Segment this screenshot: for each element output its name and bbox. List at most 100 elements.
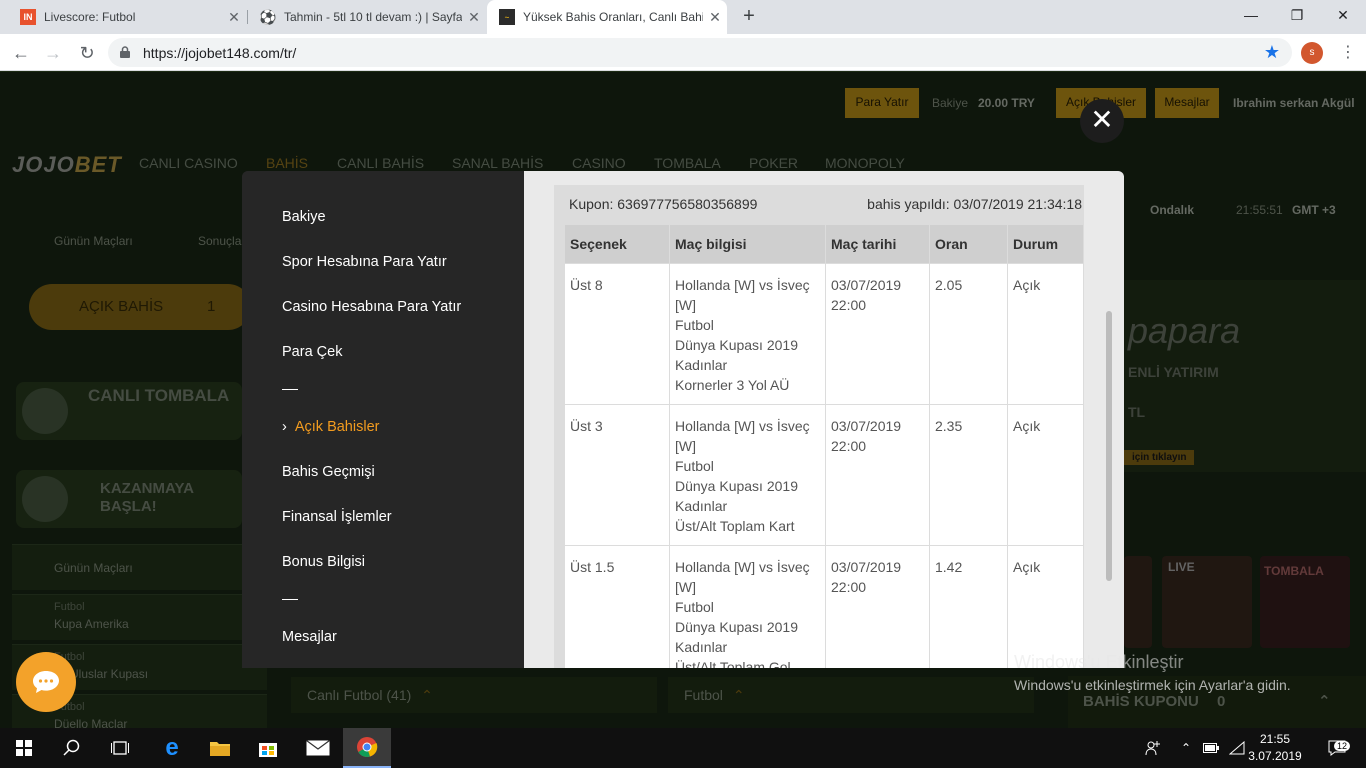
coupon-card: Kupon: 636977756580356899 bahis yapıldı:… xyxy=(554,185,1084,668)
address-bar[interactable]: https://jojobet148.com/tr/ ★ xyxy=(108,38,1292,67)
edge-icon: e xyxy=(165,734,179,761)
windows-logo-icon xyxy=(16,740,32,756)
cell-odds: 1.42 xyxy=(929,545,1008,668)
nav-bonus[interactable]: Bonus Bilgisi xyxy=(282,554,365,570)
bets-table-header: Seçenek Maç bilgisi Maç tarihi Oran Duru… xyxy=(564,224,1084,264)
explorer-taskbar-button[interactable] xyxy=(196,728,244,768)
lock-icon xyxy=(120,46,130,58)
cell-odds: 2.05 xyxy=(929,263,1008,405)
maximize-button[interactable]: ❐ xyxy=(1274,0,1320,30)
nav-open-bets[interactable]: › Açık Bahisler xyxy=(282,419,379,435)
match-category: Kadınlar xyxy=(675,357,728,373)
close-icon[interactable]: ✕ xyxy=(703,9,727,26)
match-date: 03/07/2019 xyxy=(831,559,902,575)
taskbar-clock[interactable]: 21:55 3.07.2019 xyxy=(1240,731,1310,765)
task-view-button[interactable] xyxy=(96,728,144,768)
match-time: 22:00 xyxy=(831,297,867,313)
start-button[interactable] xyxy=(0,728,48,768)
nav-financial[interactable]: Finansal İşlemler xyxy=(282,509,392,525)
modal-close-button[interactable]: ✕ xyxy=(1080,99,1124,143)
tab-tahmin[interactable]: ⚽ Tahmin - 5tl 10 tl devam :) | Sayfa ✕ xyxy=(248,0,486,34)
edge-taskbar-button[interactable]: e xyxy=(148,728,196,768)
forward-button[interactable]: → xyxy=(40,40,66,66)
new-tab-button[interactable]: + xyxy=(738,5,760,27)
tab-title: Yüksek Bahis Oranları, Canlı Bahis xyxy=(523,10,703,24)
bets-table: Seçenek Maç bilgisi Maç tarihi Oran Duru… xyxy=(564,224,1084,668)
nav-bet-history[interactable]: Bahis Geçmişi xyxy=(282,464,375,480)
browser-toolbar: ← → ↻ https://jojobet148.com/tr/ ★ xyxy=(0,34,1366,71)
match-teams-cont: [W] xyxy=(675,438,696,454)
cell-odds: 2.35 xyxy=(929,404,1008,546)
window-close-button[interactable]: ✕ xyxy=(1320,0,1366,30)
cell-status: Açık xyxy=(1007,545,1084,668)
browser-menu-icon[interactable]: ⋮ xyxy=(1338,42,1358,64)
chrome-taskbar-button[interactable] xyxy=(343,728,391,768)
cell-selection: Üst 1.5 xyxy=(564,545,670,668)
soccer-ball-icon: ⚽ xyxy=(259,8,277,25)
cell-match-info: Hollanda [W] vs İsveç [W] Futbol Dünya K… xyxy=(669,545,826,668)
tab-livescore[interactable]: IN Livescore: Futbol ✕ xyxy=(8,0,246,34)
match-market: Üst/Alt Toplam Gol xyxy=(675,659,791,668)
close-icon[interactable]: ✕ xyxy=(222,9,246,26)
match-teams: Hollanda [W] vs İsveç xyxy=(675,559,810,575)
store-icon xyxy=(259,743,277,757)
match-market: Üst/Alt Toplam Kart xyxy=(675,518,795,534)
mail-taskbar-button[interactable] xyxy=(294,728,342,768)
match-sport: Futbol xyxy=(675,458,714,474)
battery-button[interactable] xyxy=(1200,728,1222,768)
nav-divider xyxy=(282,599,298,600)
reload-button[interactable]: ↻ xyxy=(74,40,100,66)
col-match-date: Maç tarihi xyxy=(825,224,930,264)
back-button[interactable]: ← xyxy=(8,40,34,66)
activation-watermark-title: Windows'u Etkinleştir xyxy=(1014,652,1184,672)
match-market: Kornerler 3 Yol AÜ xyxy=(675,377,790,393)
tray-overflow-button[interactable]: ⌃ xyxy=(1176,728,1196,768)
livescore-icon: IN xyxy=(20,9,36,25)
tab-title: Livescore: Futbol xyxy=(44,10,136,24)
browser-tabstrip: IN Livescore: Futbol ✕ ⚽ Tahmin - 5tl 10… xyxy=(0,0,1366,34)
notification-count: 12 xyxy=(1334,741,1351,751)
coupon-id: Kupon: 636977756580356899 xyxy=(569,196,758,212)
tab-jojobet[interactable]: ~ Yüksek Bahis Oranları, Canlı Bahis ✕ xyxy=(487,0,727,34)
live-chat-button[interactable] xyxy=(16,652,76,712)
table-row: Üst 8 Hollanda [W] vs İsveç [W] Futbol D… xyxy=(564,263,1084,405)
cell-match-date: 03/07/2019 22:00 xyxy=(825,545,930,668)
cell-match-date: 03/07/2019 22:00 xyxy=(825,263,930,405)
people-icon xyxy=(1145,741,1160,756)
jojobet-favicon: ~ xyxy=(499,9,515,25)
match-sport: Futbol xyxy=(675,599,714,615)
close-icon[interactable]: ✕ xyxy=(462,9,486,26)
minimize-button[interactable]: — xyxy=(1228,0,1274,30)
cell-match-date: 03/07/2019 22:00 xyxy=(825,404,930,546)
nav-messages[interactable]: Mesajlar xyxy=(282,629,337,645)
match-date: 03/07/2019 xyxy=(831,277,902,293)
notification-center-button[interactable]: 12 xyxy=(1322,728,1352,768)
store-taskbar-button[interactable] xyxy=(244,728,292,768)
chrome-icon xyxy=(357,737,378,757)
nav-casino-deposit[interactable]: Casino Hesabına Para Yatır xyxy=(282,299,461,315)
clock-time: 21:55 xyxy=(1259,732,1291,746)
search-icon xyxy=(63,739,80,756)
panel-scrollbar[interactable] xyxy=(1106,311,1112,581)
profile-avatar[interactable]: s xyxy=(1301,42,1323,64)
cell-match-info: Hollanda [W] vs İsveç [W] Futbol Dünya K… xyxy=(669,404,826,546)
cell-status: Açık xyxy=(1007,263,1084,405)
match-date: 03/07/2019 xyxy=(831,418,902,434)
nav-open-bets-label: Açık Bahisler xyxy=(294,419,380,435)
match-teams: Hollanda [W] vs İsveç xyxy=(675,418,810,434)
match-time: 22:00 xyxy=(831,438,867,454)
task-view-icon xyxy=(111,741,129,755)
people-button[interactable] xyxy=(1140,728,1166,768)
mail-icon xyxy=(306,740,330,756)
folder-icon xyxy=(210,742,230,756)
nav-withdraw[interactable]: Para Çek xyxy=(282,344,342,360)
nav-balance[interactable]: Bakiye xyxy=(282,209,326,225)
search-button[interactable] xyxy=(48,728,96,768)
nav-sport-deposit[interactable]: Spor Hesabına Para Yatır xyxy=(282,254,447,270)
match-sport: Futbol xyxy=(675,317,714,333)
table-row: Üst 3 Hollanda [W] vs İsveç [W] Futbol D… xyxy=(564,404,1084,546)
battery-icon xyxy=(1203,743,1219,753)
match-teams-cont: [W] xyxy=(675,579,696,595)
bookmark-star-icon[interactable]: ★ xyxy=(1264,42,1280,63)
table-row: Üst 1.5 Hollanda [W] vs İsveç [W] Futbol… xyxy=(564,545,1084,668)
